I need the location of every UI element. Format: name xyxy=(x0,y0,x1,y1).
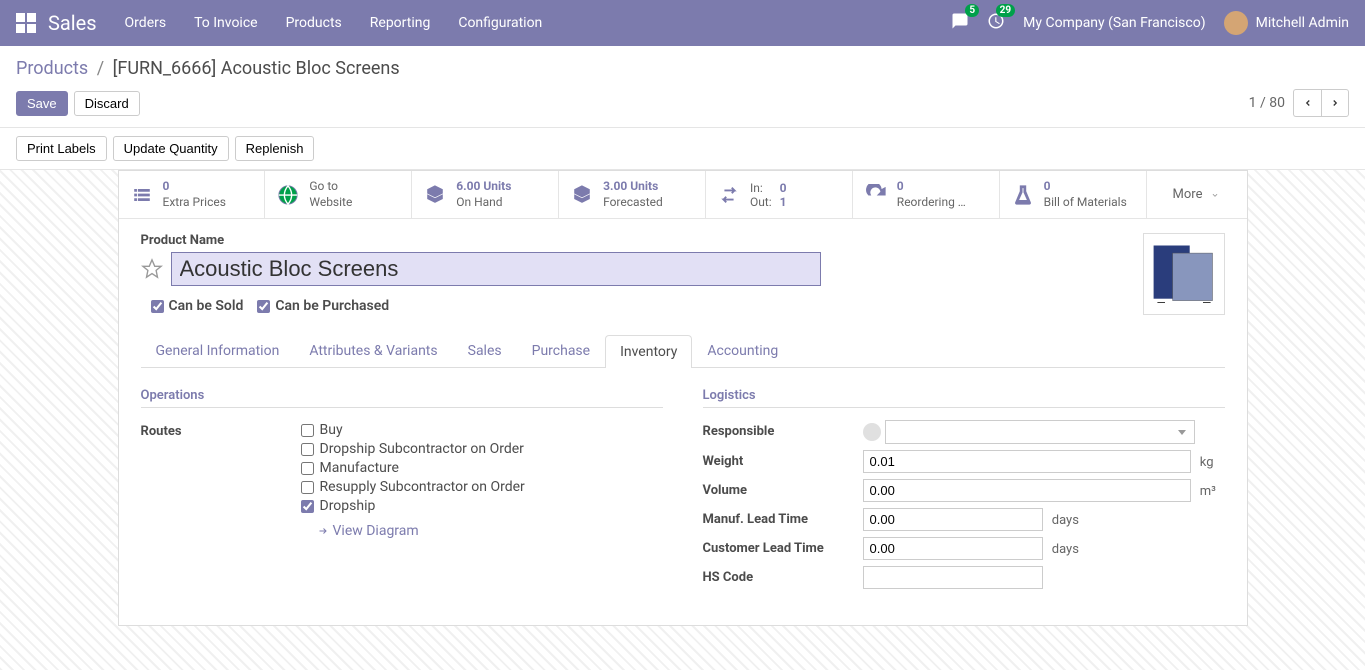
stat-bom[interactable]: 0 Bill of Materials xyxy=(1000,171,1147,218)
tab-sales[interactable]: Sales xyxy=(453,334,517,367)
list-icon xyxy=(129,182,155,208)
view-diagram-link[interactable]: View Diagram xyxy=(317,523,663,539)
logistics-group: Logistics Responsible Weight kg xyxy=(703,388,1225,595)
replenish-button[interactable]: Replenish xyxy=(235,136,315,161)
route-dropship[interactable]: Dropship xyxy=(301,498,663,514)
tabs: General Information Attributes & Variant… xyxy=(141,334,1225,368)
stat-reordering[interactable]: 0 Reordering … xyxy=(853,171,1000,218)
hs-code-input[interactable] xyxy=(863,566,1043,589)
activities-badge: 29 xyxy=(996,4,1015,17)
favorite-star[interactable] xyxy=(141,258,163,280)
product-name-input[interactable] xyxy=(171,252,821,286)
boxes-icon xyxy=(569,182,595,208)
tab-content-inventory: Operations Routes Buy Dropship Subcontra… xyxy=(119,368,1247,625)
form-background: 0 Extra Prices Go to Website 6.00 Unit xyxy=(0,170,1365,670)
weight-unit: kg xyxy=(1200,455,1214,470)
save-button[interactable]: Save xyxy=(16,91,68,116)
control-panel: Products / [FURN_6666] Acoustic Bloc Scr… xyxy=(0,46,1365,128)
route-manufacture[interactable]: Manufacture xyxy=(301,460,663,476)
pager-text[interactable]: 1 / 80 xyxy=(1249,95,1285,111)
nav-to-invoice[interactable]: To Invoice xyxy=(194,15,258,31)
operations-title: Operations xyxy=(141,388,663,408)
breadcrumb: Products / [FURN_6666] Acoustic Bloc Scr… xyxy=(16,58,1349,79)
chevron-left-icon xyxy=(1303,98,1313,108)
company-selector[interactable]: My Company (San Francisco) xyxy=(1023,15,1205,31)
customer-lead-label: Customer Lead Time xyxy=(703,537,863,556)
stat-transfers[interactable]: In: 0 Out: 1 xyxy=(706,171,853,218)
apps-icon[interactable] xyxy=(16,13,36,33)
can-be-purchased-checkbox[interactable]: Can be Purchased xyxy=(257,298,389,314)
stat-buttons-row: 0 Extra Prices Go to Website 6.00 Unit xyxy=(119,171,1247,219)
discard-button[interactable]: Discard xyxy=(74,91,140,116)
star-icon xyxy=(141,258,163,280)
title-area: Product Name Can be Sold Can be Purchase… xyxy=(119,219,1247,320)
can-be-sold-checkbox[interactable]: Can be Sold xyxy=(151,298,244,314)
nav-orders[interactable]: Orders xyxy=(125,15,167,31)
stat-more[interactable]: More xyxy=(1147,171,1247,218)
stat-on-hand[interactable]: 6.00 Units On Hand xyxy=(412,171,559,218)
pager-prev[interactable] xyxy=(1293,89,1321,117)
tab-general-information[interactable]: General Information xyxy=(141,334,295,367)
responsible-label: Responsible xyxy=(703,420,863,439)
breadcrumb-current: [FURN_6666] Acoustic Bloc Screens xyxy=(113,58,400,79)
nav-products[interactable]: Products xyxy=(286,15,342,31)
volume-label: Volume xyxy=(703,479,863,498)
product-name-label: Product Name xyxy=(141,233,1225,248)
manuf-lead-unit: days xyxy=(1052,513,1079,528)
route-buy[interactable]: Buy xyxy=(301,422,663,438)
chevron-down-icon xyxy=(1210,190,1220,200)
manuf-lead-label: Manuf. Lead Time xyxy=(703,508,863,527)
top-navbar: Sales Orders To Invoice Products Reporti… xyxy=(0,0,1365,46)
tab-attributes-variants[interactable]: Attributes & Variants xyxy=(294,334,452,367)
product-image-preview xyxy=(1146,236,1222,312)
stat-extra-prices[interactable]: 0 Extra Prices xyxy=(119,171,266,218)
route-resupply-subcontractor[interactable]: Resupply Subcontractor on Order xyxy=(301,479,663,495)
nav-configuration[interactable]: Configuration xyxy=(458,15,542,31)
transfer-icon xyxy=(716,182,742,208)
volume-unit: m³ xyxy=(1200,484,1216,499)
operations-group: Operations Routes Buy Dropship Subcontra… xyxy=(141,388,663,595)
tab-inventory[interactable]: Inventory xyxy=(605,335,692,368)
refresh-icon xyxy=(863,182,889,208)
stat-website[interactable]: Go to Website xyxy=(265,171,412,218)
responsible-avatar-icon xyxy=(863,423,881,441)
form-sheet: 0 Extra Prices Go to Website 6.00 Unit xyxy=(118,170,1248,626)
pager: 1 / 80 xyxy=(1249,89,1349,117)
routes-label: Routes xyxy=(141,420,301,439)
user-name: Mitchell Admin xyxy=(1256,15,1349,31)
customer-lead-input[interactable] xyxy=(863,537,1043,560)
weight-label: Weight xyxy=(703,450,863,469)
chevron-right-icon xyxy=(1330,98,1340,108)
nav-reporting[interactable]: Reporting xyxy=(370,15,431,31)
weight-input[interactable] xyxy=(863,450,1191,473)
update-quantity-button[interactable]: Update Quantity xyxy=(113,136,229,161)
globe-icon xyxy=(275,182,301,208)
user-avatar-icon xyxy=(1224,11,1248,35)
product-image[interactable] xyxy=(1143,233,1225,315)
pager-next[interactable] xyxy=(1321,89,1349,117)
user-menu[interactable]: Mitchell Admin xyxy=(1224,11,1349,35)
tab-purchase[interactable]: Purchase xyxy=(517,334,605,367)
manuf-lead-input[interactable] xyxy=(863,508,1043,531)
volume-input[interactable] xyxy=(863,479,1191,502)
app-brand[interactable]: Sales xyxy=(48,11,97,35)
tab-accounting[interactable]: Accounting xyxy=(692,334,793,367)
boxes-icon xyxy=(422,182,448,208)
responsible-select[interactable] xyxy=(885,420,1195,444)
breadcrumb-root[interactable]: Products xyxy=(16,58,88,79)
action-bar: Print Labels Update Quantity Replenish xyxy=(0,128,1365,170)
route-dropship-subcontractor[interactable]: Dropship Subcontractor on Order xyxy=(301,441,663,457)
print-labels-button[interactable]: Print Labels xyxy=(16,136,107,161)
messages-badge: 5 xyxy=(965,4,979,17)
hs-code-label: HS Code xyxy=(703,566,863,585)
stat-forecasted[interactable]: 3.00 Units Forecasted xyxy=(559,171,706,218)
nav-menu: Orders To Invoice Products Reporting Con… xyxy=(125,15,543,31)
customer-lead-unit: days xyxy=(1052,542,1079,557)
messages-icon[interactable]: 5 xyxy=(951,12,969,34)
logistics-title: Logistics xyxy=(703,388,1225,408)
arrow-right-icon xyxy=(317,525,329,537)
routes-list: Buy Dropship Subcontractor on Order Manu… xyxy=(301,420,663,539)
flask-icon xyxy=(1010,182,1036,208)
activities-icon[interactable]: 29 xyxy=(987,12,1005,34)
